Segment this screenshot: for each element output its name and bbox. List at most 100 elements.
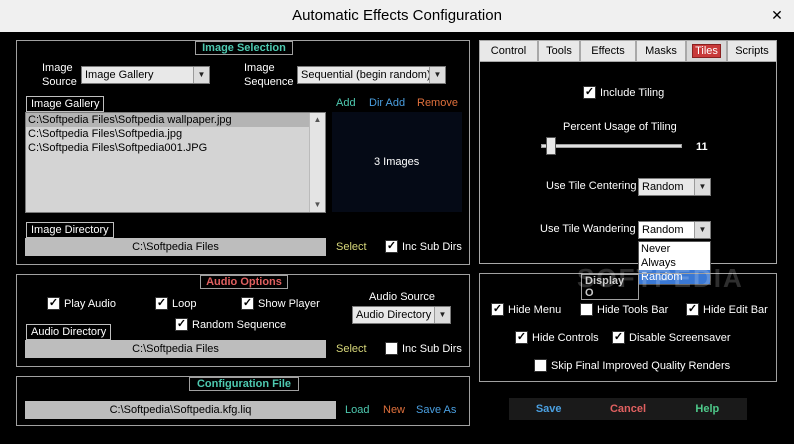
gallery-scrollbar[interactable]: ▲ ▼ xyxy=(309,113,325,212)
play-audio-label: Play Audio xyxy=(64,297,116,310)
tile-centering-combo[interactable]: Random ▼ xyxy=(638,178,711,196)
empty-checkbox-icon[interactable] xyxy=(385,342,398,355)
dir-add-button[interactable]: Dir Add xyxy=(369,97,405,109)
image-sequence-combo[interactable]: Sequential (begin random) ▼ xyxy=(297,66,446,84)
option-never[interactable]: Never xyxy=(639,242,710,256)
checkmark-icon[interactable]: ✓ xyxy=(491,303,504,316)
show-player-checkbox[interactable]: ✓ Show Player xyxy=(241,297,320,310)
hide-edit-bar-checkbox[interactable]: ✓ Hide Edit Bar xyxy=(686,303,768,316)
new-button[interactable]: New xyxy=(383,404,405,416)
hide-menu-label: Hide Menu xyxy=(508,303,562,316)
checkmark-icon[interactable]: ✓ xyxy=(241,297,254,310)
checkmark-icon[interactable]: ✓ xyxy=(385,240,398,253)
image-inc-sub-dirs-checkbox[interactable]: ✓ Inc Sub Dirs xyxy=(385,240,462,253)
skip-final-renders-checkbox[interactable]: Skip Final Improved Quality Renders xyxy=(534,359,730,372)
disable-screensaver-label: Disable Screensaver xyxy=(629,331,731,344)
hide-tools-bar-checkbox[interactable]: Hide Tools Bar xyxy=(580,303,668,316)
tab-control[interactable]: Control xyxy=(479,40,538,62)
chevron-down-icon[interactable]: ▼ xyxy=(694,222,710,238)
audio-options-legend: Audio Options xyxy=(200,275,288,289)
chevron-down-icon[interactable]: ▼ xyxy=(193,67,209,83)
remove-button[interactable]: Remove xyxy=(417,97,458,109)
checkmark-icon[interactable]: ✓ xyxy=(155,297,168,310)
image-directory-label: Image Directory xyxy=(26,222,114,238)
save-as-button[interactable]: Save As xyxy=(416,404,456,416)
tab-effects[interactable]: Effects xyxy=(580,40,636,62)
list-item[interactable]: C:\Softpedia Files\Softpedia wallpaper.j… xyxy=(26,113,325,127)
hide-menu-checkbox[interactable]: ✓ Hide Menu xyxy=(491,303,561,316)
audio-source-value: Audio Directory xyxy=(356,309,432,321)
image-inc-sub-dirs-label: Inc Sub Dirs xyxy=(402,240,462,253)
chevron-down-icon[interactable]: ▼ xyxy=(694,179,710,195)
show-player-label: Show Player xyxy=(258,297,320,310)
tile-wandering-label: Use Tile Wandering xyxy=(540,223,636,235)
audio-inc-sub-dirs-checkbox[interactable]: Inc Sub Dirs xyxy=(385,342,462,355)
audio-select-button[interactable]: Select xyxy=(336,343,367,355)
hide-controls-label: Hide Controls xyxy=(532,331,599,344)
hide-tools-bar-label: Hide Tools Bar xyxy=(597,303,669,316)
audio-source-combo[interactable]: Audio Directory ▼ xyxy=(352,306,451,324)
empty-checkbox-icon[interactable] xyxy=(580,303,593,316)
cancel-button[interactable]: Cancel xyxy=(588,398,667,420)
scroll-up-icon[interactable]: ▲ xyxy=(310,113,325,127)
tile-wandering-value: Random xyxy=(642,224,684,236)
tiling-slider-thumb[interactable] xyxy=(546,137,556,155)
help-button[interactable]: Help xyxy=(668,398,747,420)
image-source-value: Image Gallery xyxy=(85,69,154,81)
option-always[interactable]: Always xyxy=(639,256,710,270)
image-source-combo[interactable]: Image Gallery ▼ xyxy=(81,66,210,84)
image-select-button[interactable]: Select xyxy=(336,241,367,253)
loop-checkbox[interactable]: ✓ Loop xyxy=(155,297,196,310)
audio-directory-label: Audio Directory xyxy=(26,324,112,340)
window-title: Automatic Effects Configuration xyxy=(292,7,502,24)
checkmark-icon[interactable]: ✓ xyxy=(515,331,528,344)
tab-tiles[interactable]: Tiles xyxy=(686,40,727,62)
image-gallery-list[interactable]: C:\Softpedia Files\Softpedia wallpaper.j… xyxy=(25,112,326,213)
hide-controls-checkbox[interactable]: ✓ Hide Controls xyxy=(515,331,599,344)
image-directory-field[interactable]: C:\Softpedia Files xyxy=(25,238,326,256)
configuration-file-legend: Configuration File xyxy=(189,377,299,391)
display-options-legend: Display O xyxy=(581,274,639,300)
skip-final-renders-label: Skip Final Improved Quality Renders xyxy=(551,359,731,372)
configuration-file-field[interactable]: C:\Softpedia\Softpedia.kfg.liq xyxy=(25,401,336,419)
tile-centering-value: Random xyxy=(642,181,684,193)
image-source-label-2: Source xyxy=(42,76,77,88)
percent-usage-value: 11 xyxy=(696,141,708,153)
audio-source-label: Audio Source xyxy=(369,291,436,303)
chevron-down-icon[interactable]: ▼ xyxy=(429,67,445,83)
checkmark-icon[interactable]: ✓ xyxy=(47,297,60,310)
tab-tools[interactable]: Tools xyxy=(538,40,580,62)
checkmark-icon[interactable]: ✓ xyxy=(175,318,188,331)
scroll-down-icon[interactable]: ▼ xyxy=(310,198,325,212)
tab-bar: Control Tools Effects Masks Tiles Script… xyxy=(479,40,777,62)
random-sequence-checkbox[interactable]: ✓ Random Sequence xyxy=(175,318,286,331)
add-button[interactable]: Add xyxy=(336,97,356,109)
disable-screensaver-checkbox[interactable]: ✓ Disable Screensaver xyxy=(612,331,731,344)
image-gallery-label: Image Gallery xyxy=(26,96,105,112)
audio-directory-field[interactable]: C:\Softpedia Files xyxy=(25,340,326,358)
tile-centering-label: Use Tile Centering xyxy=(546,180,637,192)
title-bar: Automatic Effects Configuration ✕ xyxy=(0,0,794,32)
percent-usage-label: Percent Usage of Tiling xyxy=(563,121,677,133)
play-audio-checkbox[interactable]: ✓ Play Audio xyxy=(47,297,116,310)
save-button[interactable]: Save xyxy=(509,398,588,420)
loop-label: Loop xyxy=(172,297,197,310)
image-sequence-value: Sequential (begin random) xyxy=(301,69,431,81)
tiling-slider-track[interactable] xyxy=(541,144,682,148)
checkmark-icon[interactable]: ✓ xyxy=(686,303,699,316)
checkmark-icon[interactable]: ✓ xyxy=(612,331,625,344)
image-count: 3 Images xyxy=(374,156,420,168)
chevron-down-icon[interactable]: ▼ xyxy=(434,307,450,323)
empty-checkbox-icon[interactable] xyxy=(534,359,547,372)
close-icon[interactable]: ✕ xyxy=(766,6,788,24)
load-button[interactable]: Load xyxy=(345,404,369,416)
list-item[interactable]: C:\Softpedia Files\Softpedia001.JPG xyxy=(26,141,325,155)
tile-wandering-combo[interactable]: Random ▼ xyxy=(638,221,711,239)
list-item[interactable]: C:\Softpedia Files\Softpedia.jpg xyxy=(26,127,325,141)
tab-scripts[interactable]: Scripts xyxy=(727,40,777,62)
include-tiling-checkbox[interactable]: ✓ Include Tiling xyxy=(583,86,664,99)
checkmark-icon[interactable]: ✓ xyxy=(583,86,596,99)
tab-masks[interactable]: Masks xyxy=(636,40,686,62)
include-tiling-label: Include Tiling xyxy=(600,86,665,99)
random-sequence-label: Random Sequence xyxy=(192,318,287,331)
